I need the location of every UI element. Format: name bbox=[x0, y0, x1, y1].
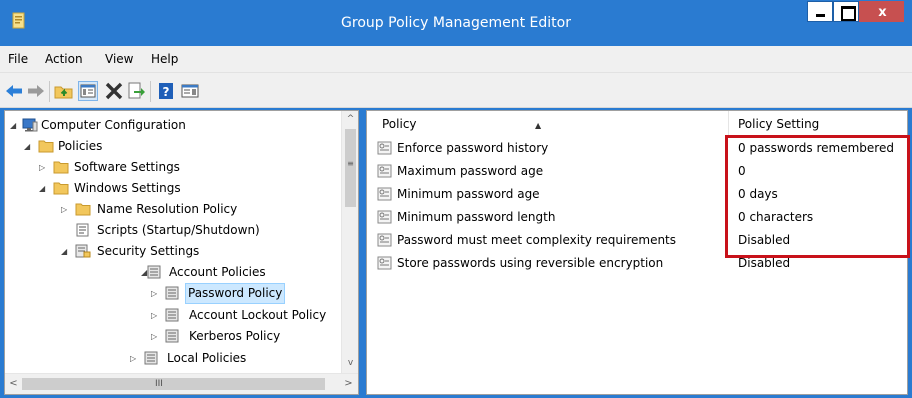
folder-icon bbox=[75, 202, 91, 216]
console-tree[interactable]: ◢ Computer Configuration ◢ Policies ▷ So… bbox=[4, 110, 359, 395]
folder-icon bbox=[53, 181, 69, 195]
policy-setting-icon bbox=[377, 141, 393, 155]
policy-setting-icon bbox=[377, 256, 393, 270]
show-hide-console-tree-icon[interactable] bbox=[78, 81, 98, 101]
policy-name: Maximum password age bbox=[397, 164, 544, 178]
policy-setting-icon bbox=[377, 164, 393, 178]
collapsed-arrow-icon[interactable]: ▷ bbox=[151, 326, 161, 347]
policy-name: Store passwords using reversible encrypt… bbox=[397, 256, 664, 270]
menu-action[interactable]: Action bbox=[45, 46, 83, 72]
folder-icon bbox=[53, 160, 69, 174]
scroll-right-arrow-icon[interactable]: > bbox=[340, 374, 357, 394]
scroll-up-arrow-icon[interactable]: ^ bbox=[342, 111, 358, 128]
delete-icon[interactable] bbox=[104, 81, 124, 101]
expanded-arrow-icon[interactable]: ◢ bbox=[61, 241, 71, 262]
up-folder-icon[interactable] bbox=[54, 81, 74, 101]
tree-item-account-lockout-policy[interactable]: ▷ Account Lockout Policy bbox=[5, 305, 343, 326]
app-window: Group Policy Management Editor x File Ac… bbox=[0, 0, 912, 398]
scroll-left-arrow-icon[interactable]: < bbox=[5, 374, 22, 394]
maximize-button[interactable] bbox=[833, 1, 859, 22]
tree-item-computer-configuration[interactable]: ◢ Computer Configuration bbox=[5, 115, 343, 136]
column-header-policy[interactable]: Policy ▲ bbox=[367, 111, 729, 136]
folder-icon bbox=[38, 139, 54, 153]
expanded-arrow-icon[interactable]: ◢ bbox=[10, 115, 20, 136]
column-header-label: Policy Setting bbox=[738, 117, 820, 131]
tree-item-label: Security Settings bbox=[97, 244, 200, 258]
tree-item-label: Password Policy bbox=[185, 283, 286, 304]
security-settings-icon bbox=[75, 244, 91, 258]
scroll-grip-icon: ≡ bbox=[347, 159, 354, 168]
policy-setting-icon bbox=[377, 210, 393, 224]
policy-container-icon bbox=[165, 329, 181, 343]
tree-item-local-policies[interactable]: ▷ Local Policies bbox=[5, 348, 343, 369]
tree-item-label: Policies bbox=[58, 139, 103, 153]
vertical-scroll-thumb[interactable] bbox=[345, 129, 356, 207]
collapsed-arrow-icon[interactable]: ▷ bbox=[151, 305, 161, 326]
expanded-arrow-icon[interactable]: ◢ bbox=[39, 178, 49, 199]
back-arrow-icon[interactable] bbox=[4, 81, 24, 101]
close-icon: x bbox=[878, 5, 887, 20]
collapsed-arrow-icon[interactable]: ▷ bbox=[151, 283, 161, 304]
title-bar[interactable]: Group Policy Management Editor x bbox=[0, 0, 912, 46]
scroll-grip-icon: III bbox=[155, 379, 163, 389]
menu-file[interactable]: File bbox=[8, 46, 28, 72]
show-hide-action-pane-icon[interactable] bbox=[180, 81, 200, 101]
toolbar: ? bbox=[0, 72, 912, 108]
expanded-arrow-icon[interactable]: ◢ bbox=[24, 136, 34, 157]
forward-arrow-icon[interactable] bbox=[26, 81, 46, 101]
script-icon bbox=[75, 223, 91, 237]
tree-item-software-settings[interactable]: ▷ Software Settings bbox=[5, 157, 343, 178]
horizontal-scroll-thumb[interactable] bbox=[22, 378, 325, 390]
export-list-icon[interactable] bbox=[126, 81, 146, 101]
toolbar-separator bbox=[49, 81, 50, 102]
menu-bar: File Action View Help bbox=[0, 46, 912, 72]
tree-item-kerberos-policy[interactable]: ▷ Kerberos Policy bbox=[5, 326, 343, 347]
tree-item-policies[interactable]: ◢ Policies bbox=[5, 136, 343, 157]
tree-item-label: Local Policies bbox=[167, 351, 247, 365]
policy-name: Enforce password history bbox=[397, 141, 549, 155]
policy-setting-icon bbox=[377, 233, 393, 247]
toolbar-separator bbox=[150, 81, 151, 102]
tree-item-windows-settings[interactable]: ◢ Windows Settings bbox=[5, 178, 343, 199]
tree-item-label: Software Settings bbox=[74, 160, 180, 174]
tree-item-scripts[interactable]: Scripts (Startup/Shutdown) bbox=[5, 220, 343, 241]
menu-view[interactable]: View bbox=[105, 46, 133, 72]
minimize-button[interactable] bbox=[807, 1, 833, 22]
column-header-policy-setting[interactable]: Policy Setting bbox=[729, 111, 907, 136]
collapsed-arrow-icon[interactable]: ▷ bbox=[61, 199, 71, 220]
svg-text:?: ? bbox=[163, 85, 170, 99]
tree-item-name-resolution-policy[interactable]: ▷ Name Resolution Policy bbox=[5, 199, 343, 220]
column-header-label: Policy bbox=[382, 117, 417, 131]
window-title: Group Policy Management Editor bbox=[341, 15, 571, 31]
tree-item-password-policy[interactable]: ▷ Password Policy bbox=[5, 283, 343, 304]
tree-item-label: Account Lockout Policy bbox=[189, 308, 327, 322]
horizontal-scrollbar[interactable]: < III > bbox=[5, 373, 358, 394]
tree-item-label: Kerberos Policy bbox=[189, 329, 281, 343]
sort-ascending-icon: ▲ bbox=[535, 121, 542, 130]
policy-setting-icon bbox=[377, 187, 393, 201]
policy-container-icon bbox=[165, 308, 181, 322]
tree-item-label: Computer Configuration bbox=[41, 118, 186, 132]
help-icon[interactable]: ? bbox=[156, 81, 176, 101]
tree-item-label: Scripts (Startup/Shutdown) bbox=[97, 223, 260, 237]
policy-container-icon bbox=[144, 351, 160, 365]
policy-name: Password must meet complexity requiremen… bbox=[397, 233, 677, 247]
scroll-down-arrow-icon[interactable]: v bbox=[342, 355, 358, 372]
vertical-scrollbar[interactable]: ^ ≡ v bbox=[341, 111, 358, 373]
close-button[interactable]: x bbox=[859, 1, 904, 22]
policy-name: Minimum password age bbox=[397, 187, 540, 201]
tree-item-account-policies[interactable]: ◢ Account Policies bbox=[5, 262, 343, 283]
policy-container-icon bbox=[165, 286, 181, 300]
computer-icon bbox=[22, 118, 38, 132]
tree-item-label: Account Policies bbox=[169, 265, 266, 279]
tree-item-label: Name Resolution Policy bbox=[97, 202, 238, 216]
highlight-annotation-box bbox=[725, 135, 910, 258]
collapsed-arrow-icon[interactable]: ▷ bbox=[130, 348, 140, 369]
policy-container-icon bbox=[147, 265, 163, 279]
tree-item-label: Windows Settings bbox=[74, 181, 181, 195]
policy-name: Minimum password length bbox=[397, 210, 556, 224]
menu-help[interactable]: Help bbox=[151, 46, 178, 72]
collapsed-arrow-icon[interactable]: ▷ bbox=[39, 157, 49, 178]
tree-item-security-settings[interactable]: ◢ Security Settings bbox=[5, 241, 343, 262]
